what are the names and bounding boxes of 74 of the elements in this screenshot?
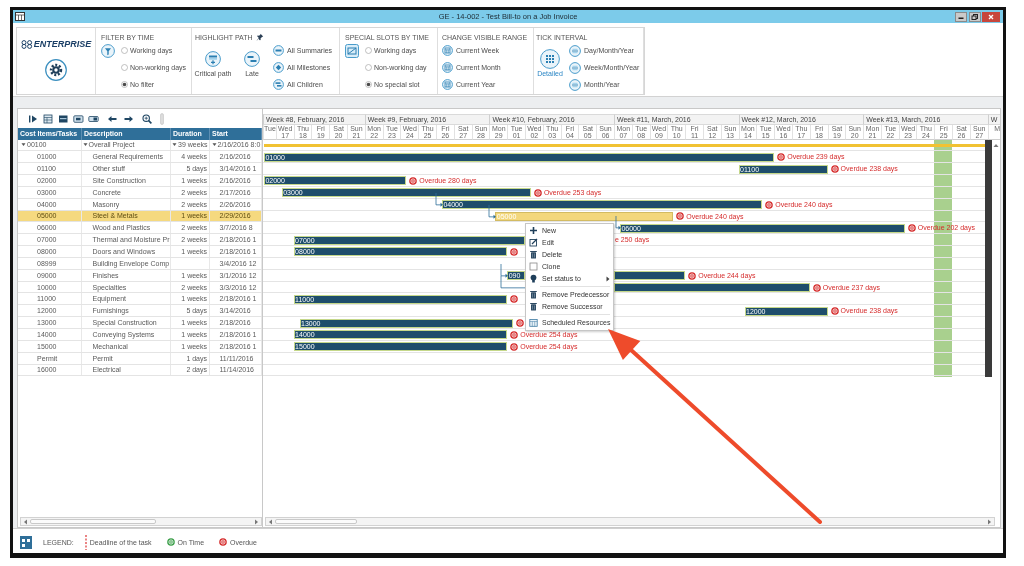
overdue-icon: [765, 200, 774, 209]
zoom-in-icon[interactable]: [142, 113, 152, 124]
caret-icon: [606, 275, 610, 282]
calendar-icon: [442, 79, 453, 90]
card-icon[interactable]: [73, 113, 84, 124]
lines-icon: [569, 44, 581, 57]
overdue-icon: [907, 224, 916, 233]
radio-icon[interactable]: [365, 47, 372, 54]
radio-icon[interactable]: [121, 81, 128, 88]
calendar-icon: [442, 62, 453, 73]
panel-icon[interactable]: [58, 113, 68, 124]
trash-icon: [529, 302, 538, 311]
grid-icon[interactable]: [20, 535, 32, 549]
offset-bars-icon: [244, 51, 260, 67]
overdue-icon: [812, 283, 821, 292]
grid-icon: [540, 49, 560, 69]
scroll-right-icon[interactable]: [987, 518, 992, 525]
calendar-icon: [529, 318, 538, 327]
radio-icon[interactable]: [365, 64, 372, 71]
overdue-icon: [688, 271, 697, 280]
overdue-icon: [777, 153, 786, 162]
pin-icon[interactable]: [255, 33, 264, 41]
plus-icon: [529, 226, 538, 235]
bar-icon: [273, 45, 284, 56]
calendar-icon: [442, 45, 453, 56]
scroll-left-icon[interactable]: [268, 518, 273, 525]
restore-icon[interactable]: [968, 11, 981, 22]
overdue-icon: [510, 248, 519, 256]
expand-icon[interactable]: [21, 142, 26, 148]
scroll-up-icon[interactable]: [993, 142, 999, 148]
skip-icon[interactable]: [28, 113, 38, 124]
square-icon: [529, 262, 538, 271]
edit-icon: [529, 238, 538, 247]
overdue-icon: [409, 176, 418, 185]
lines-icon: [569, 78, 581, 91]
task-bar[interactable]: [614, 271, 686, 281]
close-icon[interactable]: [982, 11, 1000, 22]
radio-icon[interactable]: [121, 64, 128, 71]
logo-text: ENTERPRISE: [33, 39, 92, 49]
scroll-thumb[interactable]: [275, 519, 357, 524]
filter-icon[interactable]: [101, 43, 115, 58]
trash-icon: [529, 250, 538, 259]
toggle-icon[interactable]: [88, 113, 99, 124]
offset-bars-icon: [273, 79, 284, 90]
arrow-left-icon[interactable]: [107, 113, 117, 124]
lines-icon: [569, 61, 581, 74]
logo-icon: [20, 39, 33, 49]
task-bar[interactable]: [614, 283, 810, 292]
on-time-icon: [166, 538, 175, 546]
radio-icon[interactable]: [121, 47, 128, 54]
bulb-icon: [529, 274, 538, 283]
overdue-icon: [676, 212, 685, 221]
trash-icon: [529, 290, 538, 299]
bars-plus-icon: [205, 51, 221, 67]
scrollbar-track[interactable]: [20, 517, 262, 526]
scroll-thumb[interactable]: [985, 139, 992, 377]
overdue-icon: [830, 165, 839, 174]
radio-icon[interactable]: [365, 81, 372, 88]
table-icon[interactable]: [43, 113, 53, 124]
diamond-icon: [273, 62, 284, 73]
scroll-left-icon[interactable]: [23, 518, 28, 525]
overdue-icon: [533, 188, 542, 197]
settings-icon[interactable]: [45, 59, 67, 81]
scroll-right-icon[interactable]: [254, 518, 259, 525]
scroll-thumb[interactable]: [30, 519, 156, 524]
overdue-icon: [510, 295, 519, 304]
dashed-line-icon: [84, 534, 87, 550]
slash-box-icon[interactable]: [345, 43, 359, 58]
overdue-icon: [830, 307, 839, 316]
scrollbar-track[interactable]: [265, 517, 995, 526]
grip-icon[interactable]: [160, 112, 164, 125]
overdue-icon: [219, 538, 228, 546]
app-icon[interactable]: [15, 12, 25, 21]
minimize-icon[interactable]: [955, 11, 967, 22]
